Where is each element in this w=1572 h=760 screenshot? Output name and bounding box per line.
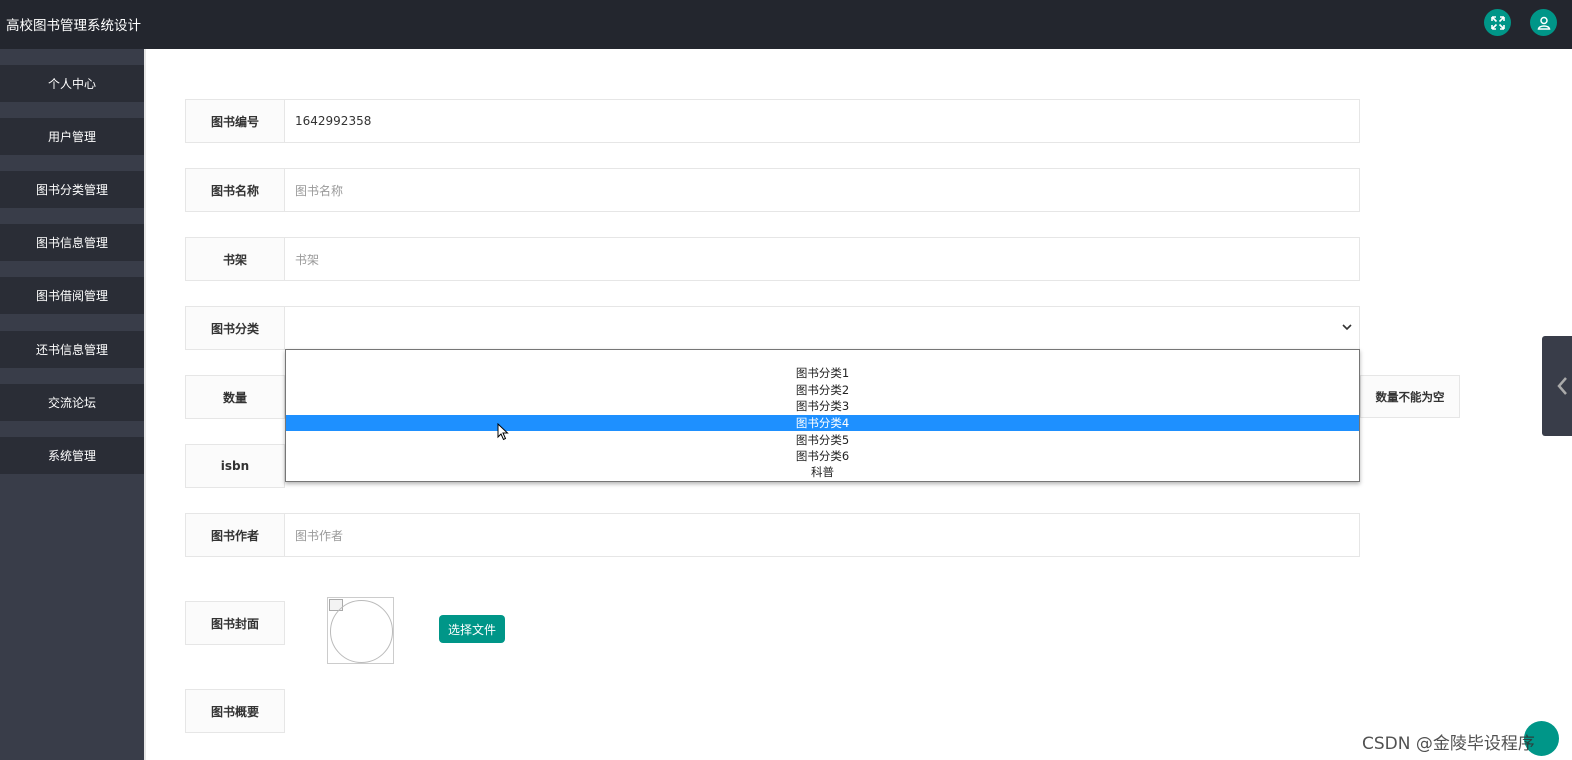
sidebar-item-borrow-management[interactable]: 图书借阅管理: [0, 277, 144, 314]
isbn-label: isbn: [185, 444, 285, 488]
author-input[interactable]: 图书作者: [284, 513, 1360, 557]
sidebar-item-forum[interactable]: 交流论坛: [0, 384, 144, 421]
fullscreen-button[interactable]: [1484, 9, 1511, 36]
top-bar: 高校图书管理系统设计: [0, 0, 1572, 49]
author-placeholder: 图书作者: [295, 528, 344, 543]
category-option[interactable]: 图书分类2: [286, 382, 1359, 398]
cover-label: 图书封面: [185, 601, 285, 645]
category-option[interactable]: 图书分类5: [286, 432, 1359, 448]
book-name-input[interactable]: 图书名称: [284, 168, 1360, 212]
category-option[interactable]: 科普: [286, 464, 1359, 480]
category-dropdown-list[interactable]: 图书分类1 图书分类2 图书分类3 图书分类4 图书分类5 图书分类6 科普: [285, 349, 1360, 482]
book-name-placeholder: 图书名称: [295, 183, 344, 198]
category-option[interactable]: 图书分类3: [286, 398, 1359, 414]
sidebar-item-user-management[interactable]: 用户管理: [0, 118, 144, 155]
book-name-label: 图书名称: [185, 168, 285, 212]
category-option-highlighted[interactable]: 图书分类4: [286, 415, 1359, 431]
shelf-label: 书架: [185, 237, 285, 281]
sidebar-item-return-management[interactable]: 还书信息管理: [0, 331, 144, 368]
app-title: 高校图书管理系统设计: [6, 18, 141, 34]
sidebar: 个人中心 用户管理 图书分类管理 图书信息管理 图书借阅管理 还书信息管理 交流…: [0, 49, 144, 760]
cover-preview-circle: [330, 600, 393, 663]
sidebar-item-personal-center[interactable]: 个人中心: [0, 65, 144, 102]
quantity-label: 数量: [185, 375, 285, 419]
book-no-input[interactable]: 1642992358: [284, 99, 1360, 143]
book-no-label: 图书编号: [185, 99, 285, 143]
shelf-placeholder: 书架: [295, 252, 320, 267]
choose-file-button[interactable]: 选择文件: [439, 615, 505, 643]
user-icon: [1537, 16, 1550, 30]
summary-label: 图书概要: [185, 689, 285, 733]
user-button[interactable]: [1530, 9, 1557, 36]
category-label: 图书分类: [185, 306, 285, 350]
sidebar-item-category-management[interactable]: 图书分类管理: [0, 171, 144, 208]
cover-preview: [327, 597, 394, 664]
mouse-cursor-icon: [497, 423, 509, 441]
side-panel-toggle[interactable]: [1542, 336, 1572, 436]
shelf-input[interactable]: 书架: [284, 237, 1360, 281]
book-no-value: 1642992358: [295, 114, 372, 128]
category-option[interactable]: 图书分类6: [286, 448, 1359, 464]
watermark: CSDN @金陵毕设程序: [1362, 734, 1535, 754]
category-select[interactable]: [284, 306, 1360, 350]
expand-icon: [1490, 15, 1505, 30]
author-label: 图书作者: [185, 513, 285, 557]
category-option[interactable]: 图书分类1: [286, 365, 1359, 381]
sidebar-item-system-management[interactable]: 系统管理: [0, 437, 144, 474]
chevron-down-icon: [1342, 324, 1352, 331]
quantity-warning: 数量不能为空: [1360, 375, 1460, 418]
sidebar-item-book-info-management[interactable]: 图书信息管理: [0, 224, 144, 261]
chevron-left-icon: [1557, 377, 1567, 395]
